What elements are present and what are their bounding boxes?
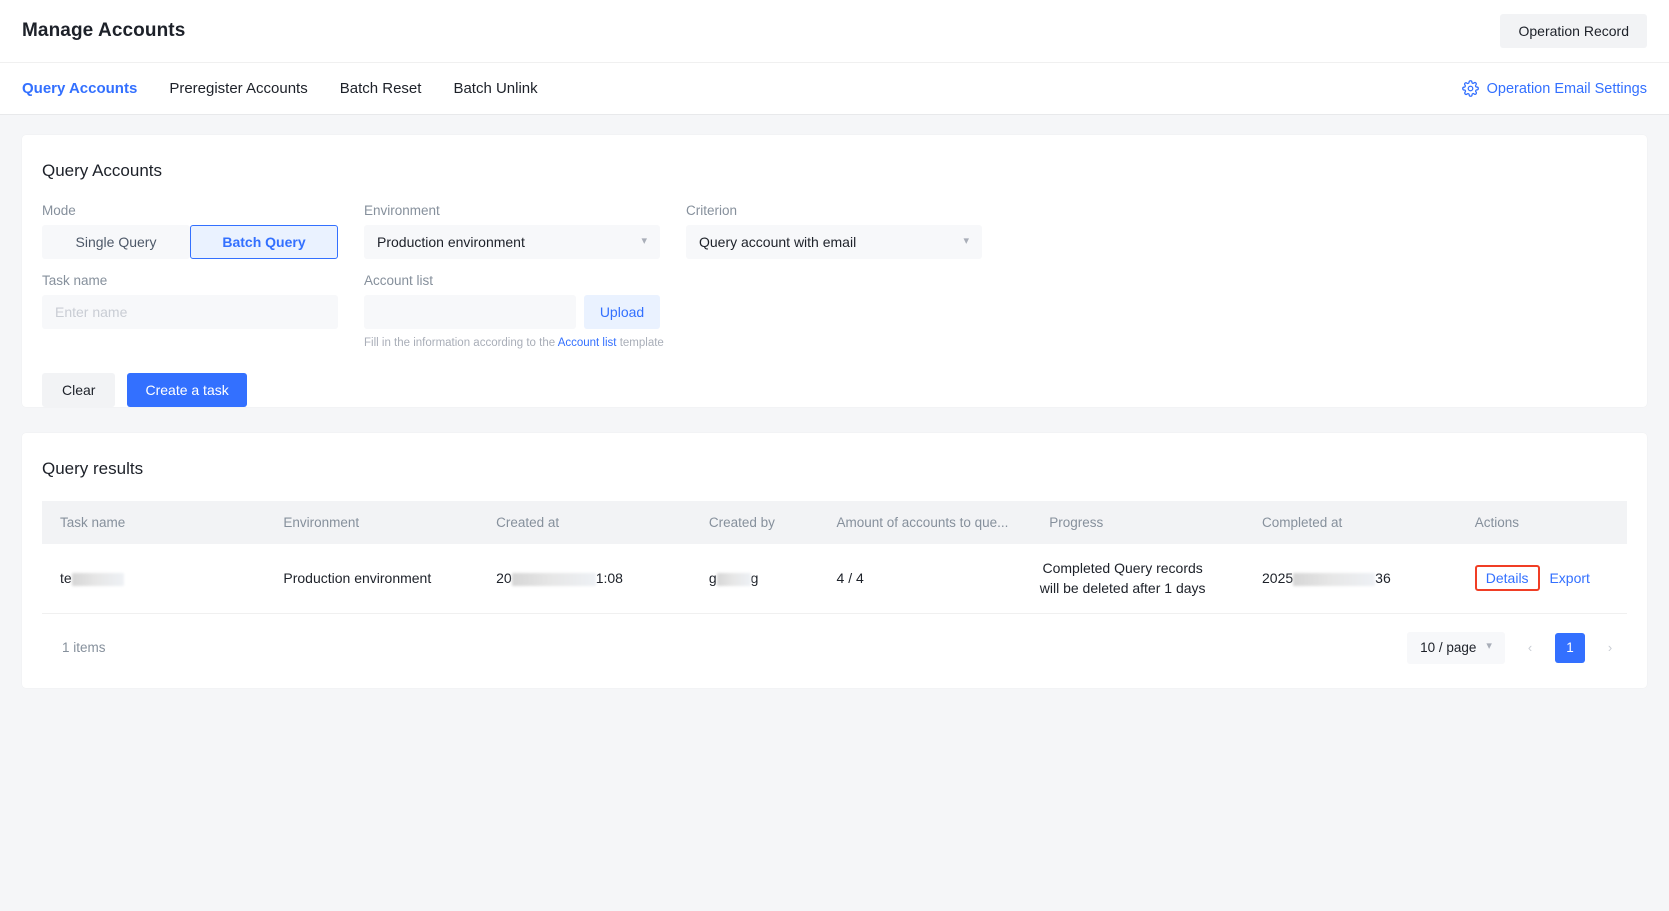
- cell-completed-at: 2025 36: [1244, 544, 1457, 613]
- clear-button[interactable]: Clear: [42, 373, 115, 407]
- pagination-controls: 10 / page ▾ ‹ 1 ›: [1407, 632, 1625, 664]
- column-progress: Progress: [1031, 501, 1244, 544]
- export-link[interactable]: Export: [1549, 570, 1589, 586]
- task-name-label: Task name: [42, 273, 338, 288]
- details-link[interactable]: Details: [1486, 570, 1529, 586]
- query-accounts-title: Query Accounts: [42, 161, 1627, 181]
- page-size-select[interactable]: 10 / page ▾: [1407, 632, 1505, 664]
- tab-batch-unlink[interactable]: Batch Unlink: [437, 63, 553, 114]
- column-environment: Environment: [265, 501, 478, 544]
- mode-label: Mode: [42, 203, 338, 218]
- form-actions: Clear Create a task: [42, 373, 1627, 407]
- task-name-value: te: [60, 570, 72, 586]
- table-header-row: Task name Environment Created at Created…: [42, 501, 1627, 544]
- operation-record-button[interactable]: Operation Record: [1500, 14, 1647, 48]
- create-task-button[interactable]: Create a task: [127, 373, 246, 407]
- account-list-hint-suffix: template: [617, 337, 664, 349]
- query-results-card: Query results Task name Environment: [22, 433, 1647, 688]
- tab-bar: Query Accounts Preregister Accounts Batc…: [0, 62, 1669, 115]
- environment-label: Environment: [364, 203, 660, 218]
- criterion-selected-value: Query account with email: [699, 234, 856, 250]
- operation-email-settings-link[interactable]: Operation Email Settings: [1462, 80, 1647, 97]
- created-at-prefix: 20: [496, 570, 512, 586]
- cell-created-by: gg: [691, 544, 819, 613]
- chevron-down-icon: ▾: [1486, 641, 1492, 652]
- redacted-text: [72, 573, 124, 586]
- tab-query-accounts[interactable]: Query Accounts: [22, 63, 153, 114]
- page-number-1[interactable]: 1: [1555, 633, 1585, 663]
- table-row: te Production environment 201:08 gg 4 / …: [42, 544, 1627, 613]
- table-header: Task name Environment Created at Created…: [42, 501, 1627, 544]
- mode-option-batch-query[interactable]: Batch Query: [190, 225, 338, 259]
- environment-field: Environment Production environment ▾: [364, 203, 660, 259]
- column-completed-at: Completed at: [1244, 501, 1457, 544]
- created-by-suffix: g: [751, 570, 759, 586]
- query-accounts-card: Query Accounts Mode Single Query Batch Q…: [22, 135, 1647, 407]
- query-form: Mode Single Query Batch Query Environmen…: [42, 203, 1627, 407]
- cell-task-name: te: [42, 544, 265, 613]
- created-at-suffix: 1:08: [596, 570, 623, 586]
- redacted-text: [717, 573, 751, 586]
- pagination: 1 items 10 / page ▾ ‹ 1 ›: [42, 632, 1627, 664]
- manage-accounts-page: Manage Accounts Operation Record Query A…: [0, 0, 1669, 911]
- column-task-name: Task name: [42, 501, 265, 544]
- environment-selected-value: Production environment: [377, 234, 525, 250]
- column-created-at: Created at: [478, 501, 691, 544]
- account-list-input[interactable]: [364, 295, 576, 329]
- prev-page-button[interactable]: ‹: [1515, 633, 1545, 663]
- account-list-field: Account list Upload Fill in the informat…: [364, 273, 664, 349]
- environment-select[interactable]: Production environment ▾: [364, 225, 660, 259]
- mode-option-single-query[interactable]: Single Query: [42, 225, 190, 259]
- tab-batch-reset[interactable]: Batch Reset: [324, 63, 438, 114]
- criterion-label: Criterion: [686, 203, 982, 218]
- mode-segmented-control: Single Query Batch Query: [42, 225, 338, 259]
- account-list-hint-prefix: Fill in the information according to the: [364, 337, 558, 349]
- account-list-label: Account list: [364, 273, 664, 288]
- created-by-prefix: g: [709, 570, 717, 586]
- task-name-field: Task name Enter name: [42, 273, 338, 349]
- redacted-text: [512, 573, 596, 586]
- form-row-bottom: Task name Enter name Account list Upload…: [42, 273, 1627, 349]
- content-area: Query Accounts Mode Single Query Batch Q…: [0, 115, 1669, 688]
- cell-environment: Production environment: [265, 544, 478, 613]
- query-results-table: Task name Environment Created at Created…: [42, 501, 1627, 614]
- cell-progress: Completed Query records will be deleted …: [1031, 544, 1244, 613]
- completed-at-prefix: 2025: [1262, 570, 1293, 586]
- account-list-template-link[interactable]: Account list: [558, 337, 617, 349]
- next-page-button[interactable]: ›: [1595, 633, 1625, 663]
- upload-button[interactable]: Upload: [584, 295, 660, 329]
- page-size-label: 10 / page: [1420, 640, 1476, 655]
- account-list-upload-group: Upload: [364, 295, 664, 329]
- cell-amount: 4 / 4: [819, 544, 1032, 613]
- redacted-text: [1293, 573, 1375, 586]
- chevron-down-icon: ▾: [963, 236, 969, 247]
- operation-email-settings-label: Operation Email Settings: [1487, 81, 1647, 97]
- gear-icon: [1462, 80, 1479, 97]
- table-body: te Production environment 201:08 gg 4 / …: [42, 544, 1627, 613]
- task-name-input[interactable]: Enter name: [42, 295, 338, 329]
- criterion-select[interactable]: Query account with email ▾: [686, 225, 982, 259]
- form-row-top: Mode Single Query Batch Query Environmen…: [42, 203, 1627, 259]
- cell-actions: Details Export: [1457, 544, 1627, 613]
- mode-field: Mode Single Query Batch Query: [42, 203, 338, 259]
- pagination-count: 1 items: [44, 640, 106, 655]
- chevron-down-icon: ▾: [641, 236, 647, 247]
- top-header-bar: Manage Accounts Operation Record: [0, 0, 1669, 62]
- details-highlight-box: Details: [1475, 565, 1540, 591]
- tab-list: Query Accounts Preregister Accounts Batc…: [22, 63, 554, 114]
- cell-created-at: 20 1:08: [478, 544, 691, 613]
- completed-at-suffix: 36: [1375, 570, 1391, 586]
- column-created-by: Created by: [691, 501, 819, 544]
- account-list-hint: Fill in the information according to the…: [364, 337, 664, 349]
- column-amount-of-accounts: Amount of accounts to que...: [819, 501, 1032, 544]
- query-results-title: Query results: [42, 459, 1627, 479]
- page-title: Manage Accounts: [22, 20, 185, 42]
- tab-preregister-accounts[interactable]: Preregister Accounts: [153, 63, 323, 114]
- column-actions: Actions: [1457, 501, 1627, 544]
- criterion-field: Criterion Query account with email ▾: [686, 203, 982, 259]
